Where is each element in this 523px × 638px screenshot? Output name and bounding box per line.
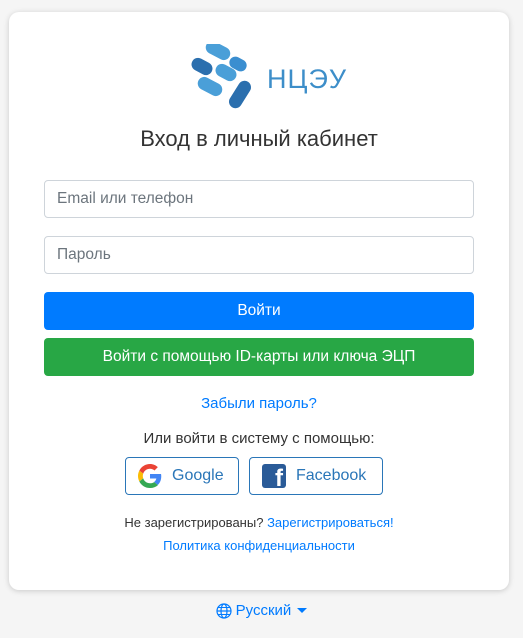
register-link[interactable]: Зарегистрироваться! [267,515,394,530]
facebook-icon: f [262,464,286,488]
language-label: Русский [235,602,292,619]
facebook-label: Facebook [296,467,367,484]
social-login-prompt: Или войти в систему с помощью: [143,430,375,447]
google-label: Google [172,467,224,484]
id-card-login-button[interactable]: Войти с помощью ID-карты или ключа ЭЦП [44,338,474,376]
google-login-button[interactable]: Google [125,457,239,495]
forgot-password-link[interactable]: Забыли пароль? [9,395,509,412]
logo: НЦЭУ [191,44,346,119]
register-question: Не зарегистрированы? [124,515,264,530]
login-input[interactable] [44,180,474,218]
login-card: НЦЭУ Вход в личный кабинет Войти Войти с… [9,12,509,590]
privacy-policy-link[interactable]: Политика конфиденциальности [9,538,509,553]
password-input[interactable] [44,236,474,274]
register-row: Не зарегистрированы? Зарегистрироваться! [9,515,509,530]
facebook-login-button[interactable]: f Facebook [249,457,383,495]
chevron-down-icon [297,608,308,613]
login-button[interactable]: Войти [44,292,474,330]
globe-icon [216,602,232,619]
page-title: Вход в личный кабинет [140,126,378,151]
language-selector[interactable]: Русский [0,602,523,619]
ncey-logo-icon [191,44,252,109]
logo-text: НЦЭУ [267,64,348,94]
google-icon [138,464,162,488]
